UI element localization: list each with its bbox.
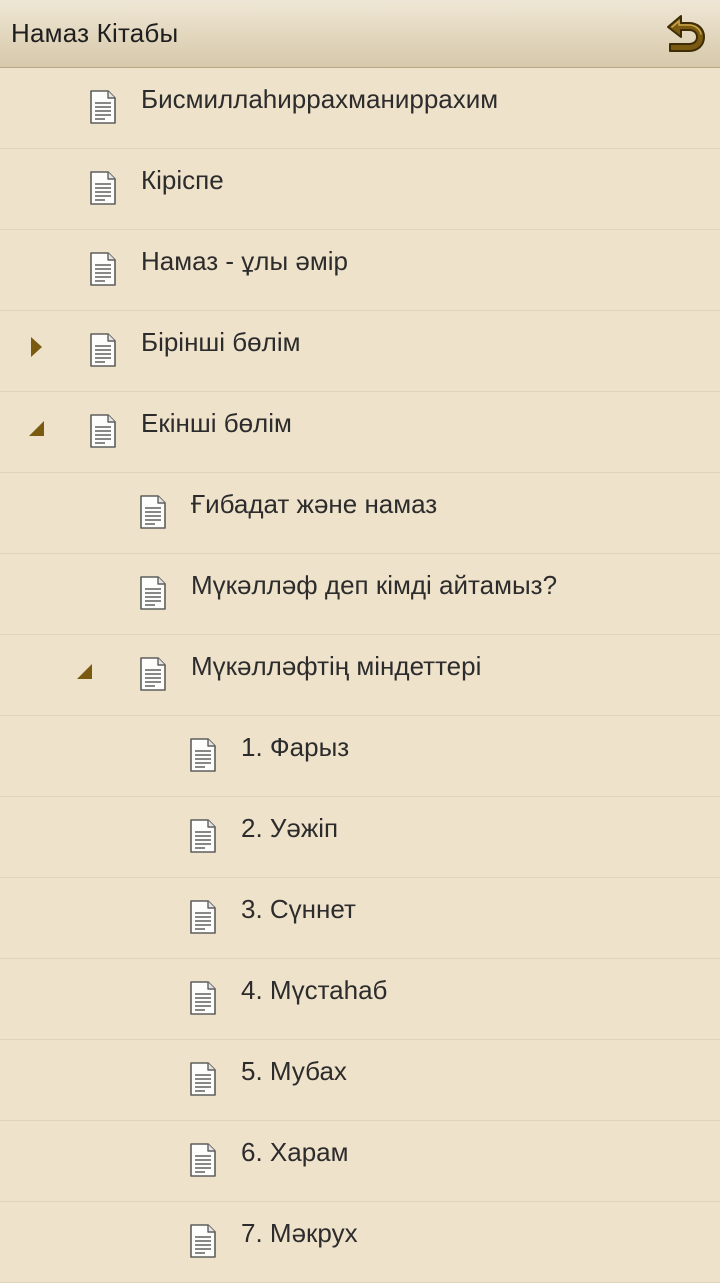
document-icon — [188, 737, 218, 773]
tree-item[interactable]: 4. Мүстаһаб — [0, 959, 720, 1040]
app-title: Намаз Кітабы — [11, 18, 179, 48]
tree-item[interactable]: 3. Сүннет — [0, 878, 720, 959]
tree-item[interactable]: Бірінші бөлім — [0, 311, 720, 392]
expand-arrow-icon[interactable] — [26, 335, 46, 359]
tree-item-label: 2. Уәжіп — [241, 813, 339, 843]
document-icon — [138, 494, 168, 530]
tree-item[interactable]: Ғибадат және намаз — [0, 473, 720, 554]
document-icon — [138, 656, 168, 692]
collapse-arrow-icon[interactable] — [74, 659, 94, 683]
tree-item-label: Екінші бөлім — [141, 408, 292, 438]
tree-item-label: 1. Фарыз — [241, 732, 350, 762]
back-button[interactable] — [658, 10, 708, 58]
tree-item-label: Мүкәлләф деп кімді айтамыз? — [191, 570, 558, 600]
tree-item-label: Мүкәлләфтің міндеттері — [191, 651, 482, 681]
tree-item-label: 7. Мәкрух — [241, 1218, 358, 1248]
document-icon — [88, 170, 118, 206]
document-icon — [188, 1223, 218, 1259]
tree-item-label: 4. Мүстаһаб — [241, 975, 388, 1005]
document-icon — [188, 818, 218, 854]
undo-arrow-icon — [667, 15, 705, 52]
tree-item-label: 3. Сүннет — [241, 894, 356, 924]
tree-item-label: 5. Мубах — [241, 1056, 347, 1086]
document-icon — [188, 1061, 218, 1097]
tree-item-label: Ғибадат және намаз — [191, 489, 438, 519]
tree-item-label: Бірінші бөлім — [141, 327, 301, 357]
tree-item[interactable]: 6. Харам — [0, 1121, 720, 1202]
document-icon — [188, 980, 218, 1016]
document-icon — [138, 575, 168, 611]
document-icon — [88, 89, 118, 125]
tree-item[interactable]: Намаз - ұлы әмір — [0, 230, 720, 311]
tree-item-label: Бисмиллаһиррахманиррахим — [141, 84, 499, 114]
contents-tree: Бисмиллаһиррахманиррахим Кіріспе Намаз -… — [0, 68, 720, 1283]
tree-item[interactable]: Кіріспе — [0, 149, 720, 230]
document-icon — [88, 251, 118, 287]
tree-item[interactable]: Мүкәлләф деп кімді айтамыз? — [0, 554, 720, 635]
tree-item[interactable]: 5. Мубах — [0, 1040, 720, 1121]
document-icon — [88, 413, 118, 449]
title-bar: Намаз Кітабы — [0, 0, 720, 68]
document-icon — [188, 899, 218, 935]
tree-item-label: Кіріспе — [141, 165, 224, 195]
tree-item[interactable]: 7. Мәкрух — [0, 1202, 720, 1283]
tree-item[interactable]: 2. Уәжіп — [0, 797, 720, 878]
document-icon — [188, 1142, 218, 1178]
collapse-arrow-icon[interactable] — [26, 416, 46, 440]
tree-item[interactable]: 1. Фарыз — [0, 716, 720, 797]
tree-item[interactable]: Бисмиллаһиррахманиррахим — [0, 68, 720, 149]
tree-item-label: Намаз - ұлы әмір — [141, 246, 348, 276]
document-icon — [88, 332, 118, 368]
tree-item-label: 6. Харам — [241, 1137, 349, 1167]
tree-item[interactable]: Екінші бөлім — [0, 392, 720, 473]
tree-item[interactable]: Мүкәлләфтің міндеттері — [0, 635, 720, 716]
